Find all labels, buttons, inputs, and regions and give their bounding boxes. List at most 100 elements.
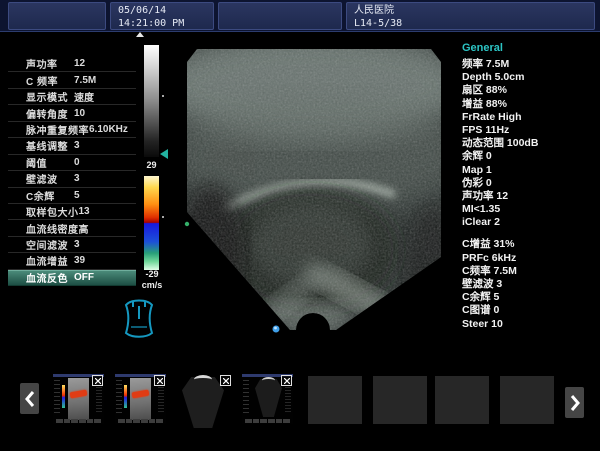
color-mode-readouts: C增益 31% PRFc 6kHz C频率 7.5M 壁滤波 3 C余辉 5 C…	[462, 238, 598, 330]
hospital-name: 人民医院	[354, 4, 594, 17]
parameter-row-selected[interactable]: 血流反色OFF	[8, 270, 136, 286]
imaging-parameters-panel: General 频率 7.5M Depth 5.0cm 扇区 88% 增益 88…	[462, 42, 598, 331]
readout-line: 余辉 0	[462, 150, 598, 163]
thumb-bright-arc	[194, 375, 212, 384]
readout-line: 伪彩 0	[462, 177, 598, 190]
readout-line: C余辉 5	[462, 291, 598, 304]
close-icon	[284, 378, 290, 384]
parameter-row[interactable]: C余辉5	[8, 188, 136, 204]
parameter-label: 基线调整	[26, 138, 74, 153]
parameter-value: 12	[74, 58, 85, 69]
parameter-label: 阈值	[26, 155, 74, 170]
thumb-colorbar	[62, 385, 65, 408]
parameter-label: 声功率	[26, 56, 74, 71]
parameter-label: 偏转角度	[26, 106, 74, 121]
parameter-value: 3	[74, 239, 80, 250]
thumb-bmode-area	[68, 378, 89, 420]
parameter-value: 5	[74, 190, 80, 201]
parameter-value: 3	[74, 173, 80, 184]
thumbnail-close-button[interactable]	[154, 375, 165, 386]
ultrasound-image[interactable]	[183, 45, 453, 335]
grayscale-bar	[144, 45, 159, 157]
parameter-label: C 频率	[26, 73, 74, 88]
parameter-value: 3	[74, 140, 80, 151]
close-icon	[95, 378, 101, 384]
readout-line: 壁滤波 3	[462, 278, 598, 291]
readout-line: Depth 5.0cm	[462, 71, 598, 84]
parameter-row[interactable]: 偏转角度10	[8, 105, 136, 121]
status-panel-empty-mid	[218, 2, 342, 30]
thumbnail-slot-empty	[500, 376, 554, 424]
thumbnail-close-button[interactable]	[92, 375, 103, 386]
ultrasound-fan	[183, 45, 453, 335]
readout-line: C频率 7.5M	[462, 265, 598, 278]
parameter-row[interactable]: 血流增益39	[8, 253, 136, 269]
parameter-value: 13	[79, 206, 90, 217]
parameter-row[interactable]: 取样包大小13	[8, 204, 136, 220]
close-icon	[157, 378, 163, 384]
thumb-filmstrip-row	[118, 419, 163, 423]
parameter-label: 显示模式	[26, 89, 74, 104]
parameter-row[interactable]: 阈值0	[8, 155, 136, 171]
time-text: 14:21:00 PM	[118, 17, 213, 30]
close-icon	[223, 378, 229, 384]
status-bar: 05/06/14 14:21:00 PM 人民医院 L14-5/38	[0, 0, 600, 32]
left-arrow-marker-icon	[160, 149, 168, 159]
scale-tick-dot	[162, 95, 164, 97]
parameter-row[interactable]: C 频率7.5M	[8, 72, 136, 88]
thumb-colorbar	[124, 385, 127, 408]
readout-line: FPS 11Hz	[462, 124, 598, 137]
parameter-row[interactable]: 基线调整3	[8, 138, 136, 154]
readout-line: C增益 31%	[462, 238, 598, 251]
parameter-label: 脉冲重复频率	[26, 122, 89, 137]
parameter-label: 血流反色	[26, 270, 74, 285]
parameter-row[interactable]: 血流线密度高	[8, 220, 136, 236]
parameter-row[interactable]: 脉冲重复频率6.10KHz	[8, 122, 136, 138]
chevron-right-icon	[570, 394, 580, 412]
parameter-label: 血流增益	[26, 253, 74, 268]
parameter-label: 取样包大小	[26, 204, 79, 219]
readout-line: Map 1	[462, 164, 598, 177]
parameter-row[interactable]: 空间滤波3	[8, 237, 136, 253]
thumb-fan-image	[255, 379, 282, 417]
readout-line: FrRate High	[462, 111, 598, 124]
thumbnail-bmode-capture[interactable]	[242, 374, 293, 424]
readout-line: 动态范围 100dB	[462, 137, 598, 150]
readout-line: 增益 88%	[462, 98, 598, 111]
parameter-value: 6.10KHz	[89, 124, 128, 135]
parameter-row[interactable]: 声功率12	[8, 56, 136, 72]
thumbnail-close-button[interactable]	[281, 375, 292, 386]
thumb-bmode-area	[130, 378, 151, 420]
scale-tick-dot	[162, 216, 164, 218]
thumbnail-doppler-capture-2[interactable]	[115, 374, 166, 424]
readout-line: 频率 7.5M	[462, 58, 598, 71]
status-panel-empty-left	[8, 2, 106, 30]
prev-thumbnails-button[interactable]	[20, 383, 39, 414]
parameter-value: 7.5M	[74, 75, 96, 86]
ultrasound-screen: 05/06/14 14:21:00 PM 人民医院 L14-5/38 声功率12…	[0, 0, 600, 451]
date-text: 05/06/14	[118, 4, 213, 17]
parameter-value: 39	[74, 255, 85, 266]
readout-line: 扇区 88%	[462, 84, 598, 97]
readout-line: PRFc 6kHz	[462, 252, 598, 265]
chevron-left-icon	[25, 390, 35, 408]
datetime-panel: 05/06/14 14:21:00 PM	[110, 2, 214, 30]
readout-line: MI<1.35	[462, 203, 598, 216]
thumb-fan-image	[182, 377, 224, 428]
probe-model: L14-5/38	[354, 17, 594, 30]
thumbnail-close-button[interactable]	[220, 375, 231, 386]
color-doppler-bar	[144, 176, 159, 270]
thumbnail-bmode-fan[interactable]	[177, 372, 228, 430]
parameter-list: 声功率12 C 频率7.5M 显示模式速度 偏转角度10 脉冲重复频率6.10K…	[8, 56, 136, 286]
thumb-parameter-strip	[54, 380, 60, 414]
preset-title: General	[462, 42, 598, 56]
parameter-row[interactable]: 显示模式速度	[8, 89, 136, 105]
up-triangle-marker-icon	[136, 32, 144, 37]
parameter-value: 0	[74, 157, 80, 168]
thumbnail-doppler-capture-1[interactable]	[53, 374, 104, 424]
parameter-row[interactable]: 壁滤波3	[8, 171, 136, 187]
next-thumbnails-button[interactable]	[565, 387, 584, 418]
parameter-label: C余辉	[26, 188, 74, 203]
parameter-label: 壁滤波	[26, 171, 74, 186]
thumbnail-slot-empty	[435, 376, 489, 424]
